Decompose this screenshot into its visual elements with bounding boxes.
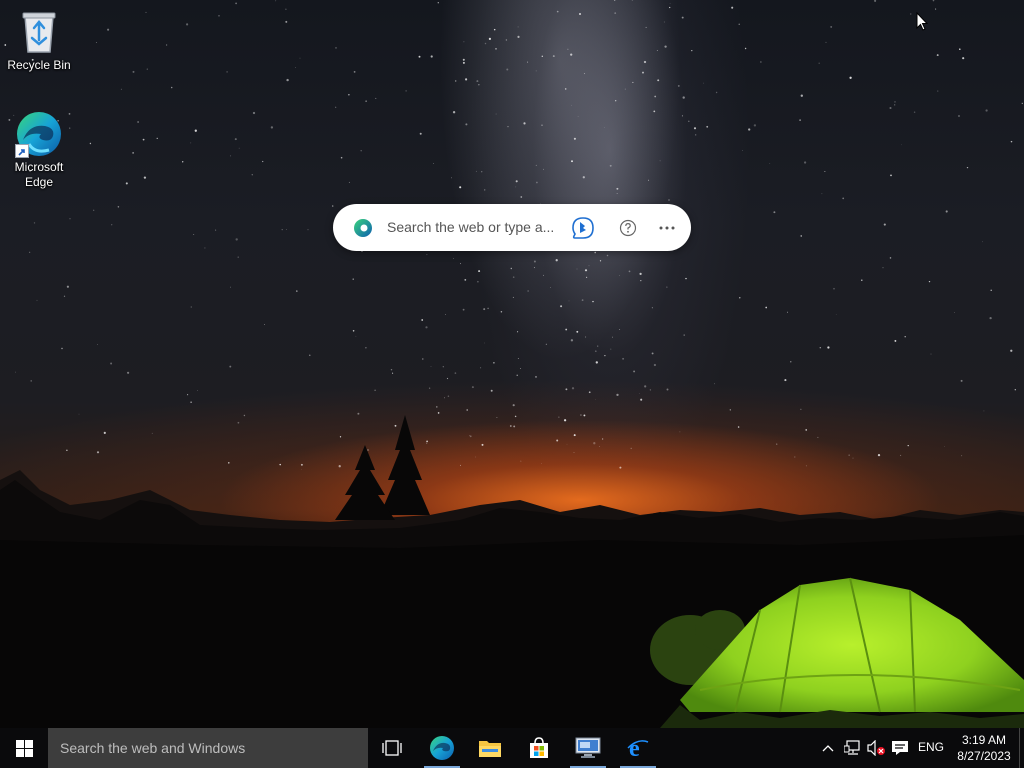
network-tray-button[interactable]	[843, 738, 863, 758]
bing-chat-icon[interactable]	[571, 216, 595, 240]
volume-muted-icon	[867, 740, 885, 756]
mouse-cursor-icon	[916, 11, 929, 36]
clock-time: 3:19 AM	[961, 733, 1007, 747]
edge-icon	[15, 110, 63, 158]
recycle-bin-icon	[15, 8, 63, 56]
clock[interactable]: 3:19 AM 8/27/2023	[952, 732, 1016, 764]
chevron-up-icon	[822, 745, 834, 752]
desktop-wallpaper	[0, 0, 1024, 728]
help-icon[interactable]	[616, 216, 640, 240]
edge-logo-icon	[353, 218, 373, 238]
taskbar-edge-button[interactable]	[422, 728, 462, 768]
more-options-icon[interactable]	[655, 216, 679, 240]
edge-icon	[430, 736, 454, 760]
folder-icon	[479, 741, 501, 757]
show-desktop-button[interactable]	[1019, 728, 1024, 768]
task-view-button[interactable]	[372, 728, 412, 768]
edge-desktop-shortcut[interactable]: Microsoft Edge	[1, 110, 77, 190]
svg-text:e: e	[629, 736, 640, 760]
task-view-icon	[382, 740, 402, 756]
volume-tray-button[interactable]	[866, 738, 886, 758]
action-center-icon	[892, 741, 908, 755]
action-center-button[interactable]	[890, 738, 910, 758]
search-input[interactable]: Search the web or type a...	[387, 219, 554, 235]
edge-search-bar[interactable]: Search the web or type a...	[333, 204, 691, 251]
input-language-indicator[interactable]: ENG	[918, 740, 944, 754]
clock-date: 8/27/2023	[957, 749, 1011, 763]
taskbar-ie-button[interactable]: e	[618, 728, 658, 768]
recycle-bin-shortcut[interactable]: Recycle Bin	[1, 8, 77, 73]
taskbar-search-box[interactable]: Search the web and Windows	[48, 728, 368, 768]
taskbar: Search the web and Windows e ENG 3:19 AM…	[0, 728, 1024, 768]
show-hidden-icons-button[interactable]	[818, 738, 838, 758]
remote-desktop-icon	[575, 737, 601, 758]
start-button[interactable]	[0, 728, 48, 768]
ie-icon: e	[627, 736, 649, 760]
shortcut-arrow-icon	[15, 144, 29, 158]
taskbar-file-explorer-button[interactable]	[470, 728, 510, 768]
windows-logo-icon	[15, 739, 33, 757]
edge-shortcut-label: Microsoft Edge	[14, 160, 64, 189]
taskbar-remote-desktop-button[interactable]	[568, 728, 608, 768]
store-icon	[530, 737, 548, 758]
taskbar-store-button[interactable]	[519, 728, 559, 768]
network-icon	[844, 740, 860, 755]
recycle-bin-label: Recycle Bin	[7, 58, 71, 72]
taskbar-search-placeholder: Search the web and Windows	[60, 740, 246, 756]
mountain-landscape	[0, 415, 1024, 728]
